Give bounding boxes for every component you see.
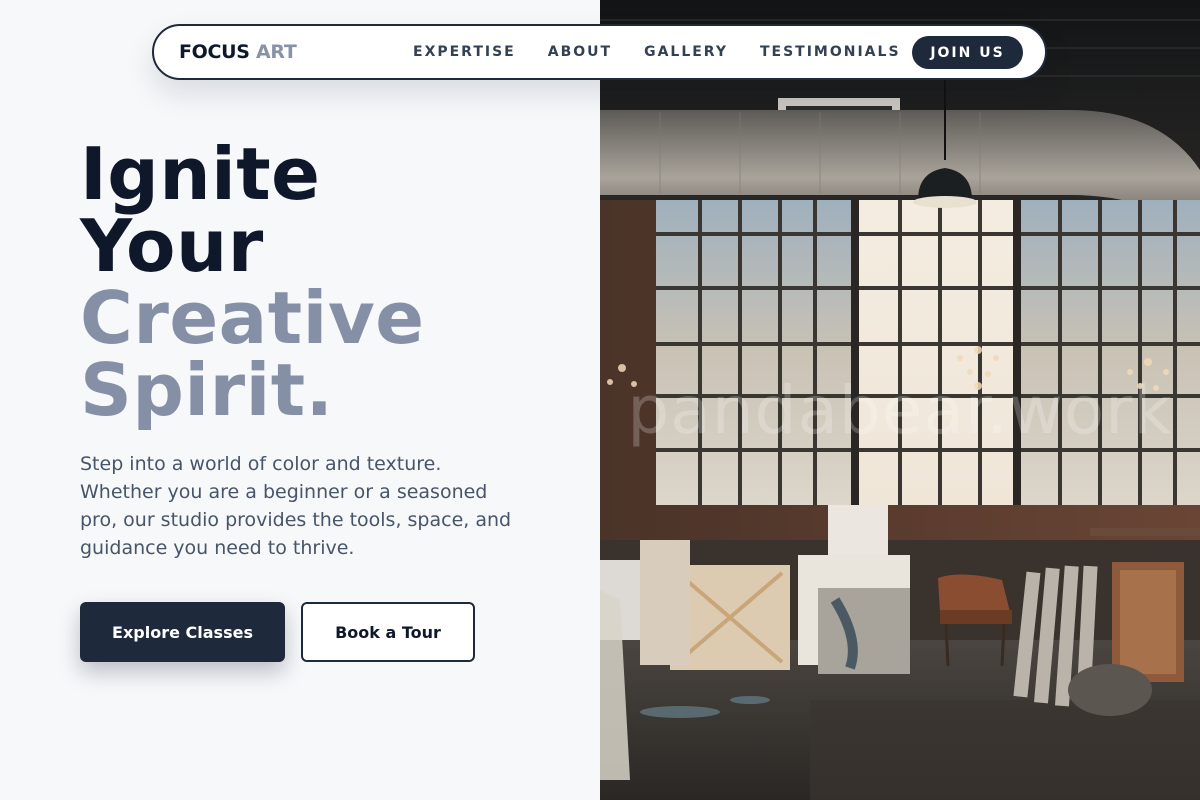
nav-link-about[interactable]: ABOUT	[548, 44, 612, 60]
navbar: FOCUS ART EXPERTISE ABOUT GALLERY TESTIM…	[152, 24, 1047, 80]
headline-line-3: Creative	[80, 276, 425, 360]
nav-link-gallery[interactable]: GALLERY	[644, 44, 728, 60]
hero-description: Step into a world of color and texture. …	[80, 453, 512, 559]
hero-headline: Ignite Your Creative Spirit.	[80, 138, 425, 426]
brand-logo[interactable]: FOCUS ART	[179, 41, 297, 63]
nav-links: EXPERTISE ABOUT GALLERY TESTIMONIALS	[413, 44, 933, 60]
headline-line-1: Ignite	[80, 132, 321, 216]
join-us-button[interactable]: JOIN US	[912, 36, 1023, 69]
headline-line-2: Your	[80, 204, 264, 288]
watermark-text: pandabear.work	[627, 372, 1173, 449]
headline-line-4: Spirit.	[80, 348, 334, 432]
nav-link-testimonials[interactable]: TESTIMONIALS	[760, 44, 901, 60]
explore-classes-button[interactable]: Explore Classes	[80, 602, 285, 662]
brand-name: FOCUS	[179, 41, 250, 63]
nav-link-expertise[interactable]: EXPERTISE	[413, 44, 516, 60]
brand-accent: ART	[256, 41, 297, 63]
book-tour-button[interactable]: Book a Tour	[301, 602, 475, 662]
studio-photo: pandabear.work	[600, 0, 1200, 800]
